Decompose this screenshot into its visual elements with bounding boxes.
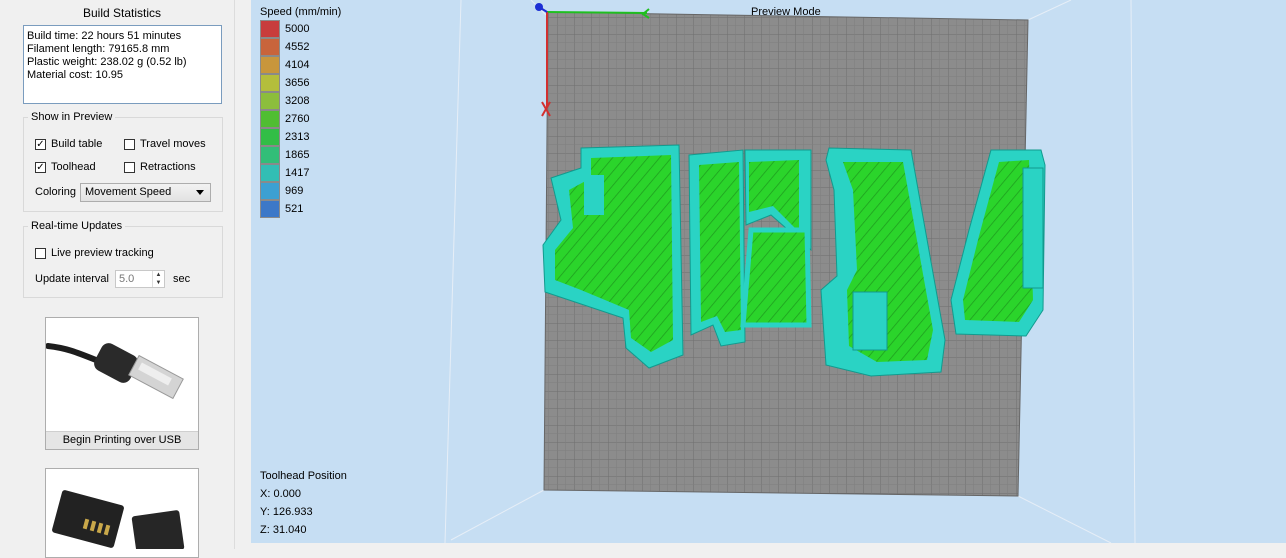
speed-legend: Speed (mm/min) 5000 4552 4104 3656 3208 2760 2… — [260, 6, 341, 218]
update-interval-spinbox[interactable]: 5.0 ▲ ▼ — [115, 270, 165, 288]
coloring-dropdown[interactable]: Movement Speed — [80, 183, 211, 202]
legend-entry: 521 — [260, 200, 341, 218]
show-in-preview-title: Show in Preview — [28, 111, 116, 123]
legend-swatch — [260, 74, 280, 92]
legend-value: 2760 — [285, 113, 310, 125]
legend-value: 2313 — [285, 131, 310, 143]
legend-entry: 2760 — [260, 110, 341, 128]
legend-swatch — [260, 146, 280, 164]
checkbox-unchecked-icon — [124, 161, 135, 173]
legend-swatch — [260, 20, 280, 38]
plastic-weight: Plastic weight: 238.02 g (0.52 lb) — [27, 56, 187, 68]
legend-value: 1417 — [285, 167, 310, 179]
build-statistics-box: Build time: 22 hours 51 minutes Filament… — [23, 25, 222, 104]
spin-arrows-icon[interactable]: ▲ ▼ — [152, 271, 164, 287]
retractions-label: Retractions — [140, 161, 196, 173]
legend-entry: 4552 — [260, 38, 341, 56]
legend-value: 3656 — [285, 77, 310, 89]
checkbox-checked-icon: ✓ — [35, 138, 46, 150]
status-strip — [251, 543, 1286, 549]
update-interval-label: Update interval — [35, 273, 109, 285]
part-3-grip-detail — [852, 291, 888, 351]
legend-swatch — [260, 38, 280, 56]
toolhead-label: Toolhead — [51, 161, 96, 173]
travel-moves-checkbox[interactable]: Travel moves — [124, 138, 206, 150]
legend-value: 5000 — [285, 23, 310, 35]
retractions-checkbox[interactable]: Retractions — [124, 161, 196, 173]
speed-legend-title: Speed (mm/min) — [260, 6, 342, 18]
legend-value: 4104 — [285, 59, 310, 71]
checkbox-checked-icon: ✓ — [35, 161, 46, 173]
coloring-label: Coloring — [35, 186, 76, 198]
update-interval-unit: sec — [173, 273, 191, 285]
legend-value: 3208 — [285, 95, 310, 107]
legend-swatch — [260, 56, 280, 74]
legend-swatch — [260, 200, 280, 218]
legend-swatch — [260, 164, 280, 182]
preview-viewport[interactable]: Speed (mm/min) 5000 4552 4104 3656 3208 2760 2… — [251, 0, 1286, 543]
legend-value: 521 — [285, 203, 304, 215]
build-table-checkbox[interactable]: ✓ Build table — [35, 138, 102, 150]
legend-swatch — [260, 128, 280, 146]
live-tracking-checkbox[interactable]: Live preview tracking — [35, 247, 154, 259]
live-tracking-label: Live preview tracking — [51, 247, 154, 259]
update-interval-value: 5.0 — [119, 273, 135, 285]
coloring-value: Movement Speed — [85, 186, 172, 198]
filament-length: Filament length: 79165.8 mm — [27, 43, 170, 55]
legend-entry: 969 — [260, 182, 341, 200]
preview-mode-label: Preview Mode — [751, 6, 821, 18]
realtime-updates-title: Real-time Updates — [28, 220, 126, 232]
legend-entry: 1865 — [260, 146, 341, 164]
print-preview-scene — [444, 0, 1136, 543]
legend-entry: 4104 — [260, 56, 341, 74]
begin-usb-print-label: Begin Printing over USB — [46, 431, 198, 449]
legend-value: 4552 — [285, 41, 310, 53]
legend-value: 969 — [285, 185, 304, 197]
legend-entry: 1417 — [260, 164, 341, 182]
legend-swatch — [260, 182, 280, 200]
panel-splitter[interactable] — [234, 0, 250, 549]
legend-entry: 3208 — [260, 92, 341, 110]
material-cost: Material cost: 10.95 — [27, 69, 123, 81]
sd-card-icon — [52, 490, 185, 549]
chevron-down-icon — [196, 190, 204, 195]
checkbox-unchecked-icon — [35, 247, 46, 259]
toolhead-position: Toolhead Position X: 0.000 Y: 126.933 Z:… — [260, 467, 347, 539]
legend-swatch — [260, 110, 280, 128]
left-panel: Build Statistics Build time: 22 hours 51… — [0, 0, 244, 558]
toolhead-z: Z: 31.040 — [260, 524, 307, 536]
toolhead-checkbox[interactable]: ✓ Toolhead — [35, 161, 96, 173]
usb-cable-icon — [46, 343, 184, 400]
legend-entry: 2313 — [260, 128, 341, 146]
toolhead-y: Y: 126.933 — [260, 506, 313, 518]
toolhead-position-title: Toolhead Position — [260, 470, 347, 482]
legend-value: 1865 — [285, 149, 310, 161]
legend-swatch — [260, 92, 280, 110]
travel-moves-label: Travel moves — [140, 138, 206, 150]
begin-usb-print-button[interactable]: Begin Printing over USB — [45, 317, 199, 450]
toolhead-x: X: 0.000 — [260, 488, 301, 500]
sd-card-print-button[interactable] — [45, 468, 199, 558]
part-1-slot — [584, 175, 604, 215]
build-table-label: Build table — [51, 138, 103, 150]
build-time: Build time: 22 hours 51 minutes — [27, 30, 182, 42]
build-statistics-title: Build Statistics — [82, 6, 162, 20]
legend-entry: 5000 — [260, 20, 341, 38]
checkbox-unchecked-icon — [124, 138, 135, 150]
legend-entry: 3656 — [260, 74, 341, 92]
part-4-side-detail — [1022, 167, 1044, 289]
